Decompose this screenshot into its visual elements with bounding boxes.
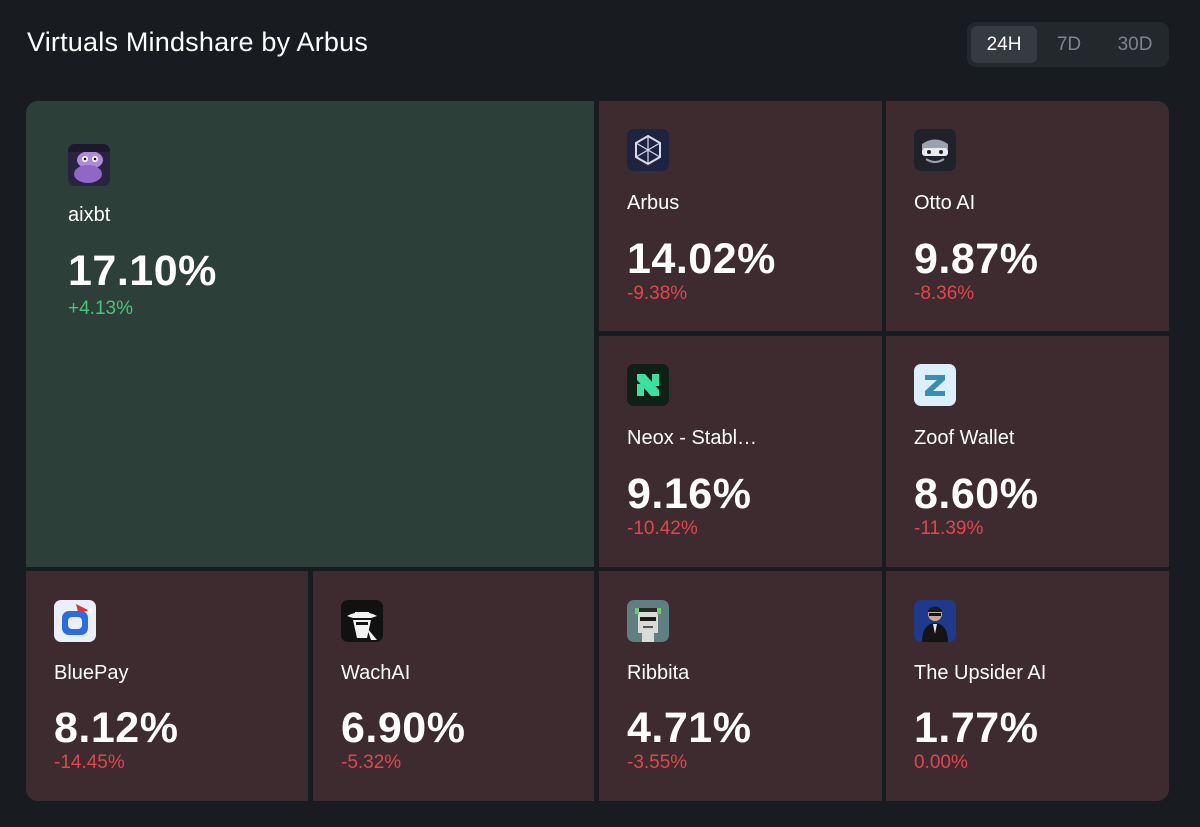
tile-share: 9.87%: [914, 235, 1039, 283]
tile-bluepay[interactable]: BluePay 8.12% -14.45%: [26, 571, 308, 801]
mindshare-widget: Virtuals Mindshare by Arbus 24H 7D 30D a…: [0, 0, 1200, 827]
tile-change: -8.36%: [914, 283, 975, 304]
range-7d-button[interactable]: 7D: [1041, 26, 1097, 63]
upsider-ai-avatar-icon: [914, 600, 956, 642]
tile-name: Neox - Stabl…: [627, 427, 758, 449]
page-title: Virtuals Mindshare by Arbus: [27, 27, 369, 57]
range-24h-button[interactable]: 24H: [971, 26, 1037, 63]
tile-ribbita[interactable]: Ribbita 4.71% -3.55%: [599, 571, 882, 801]
ribbita-avatar-icon: [627, 600, 669, 642]
tile-share: 4.71%: [627, 704, 752, 752]
tile-share: 9.16%: [627, 470, 752, 518]
tile-the-upsider-ai[interactable]: The Upsider AI 1.77% 0.00%: [886, 571, 1169, 801]
tile-aixbt[interactable]: aixbt 17.10% +4.13%: [26, 101, 594, 567]
tile-name: The Upsider AI: [914, 662, 1047, 684]
tile-name: BluePay: [54, 662, 129, 684]
tile-change: -10.42%: [627, 518, 698, 539]
tile-arbus[interactable]: Arbus 14.02% -9.38%: [599, 101, 882, 331]
tile-change: -5.32%: [341, 752, 402, 773]
tile-change: -14.45%: [54, 752, 125, 773]
tile-name: Zoof Wallet: [914, 427, 1015, 449]
tile-name: Arbus: [627, 192, 680, 214]
tile-name: Otto AI: [914, 192, 976, 214]
neox-logo-icon: [627, 364, 669, 406]
aixbt-avatar-icon: [68, 144, 110, 186]
tile-change: -9.38%: [627, 283, 688, 304]
range-30d-button[interactable]: 30D: [1101, 26, 1169, 63]
tile-share: 8.60%: [914, 470, 1039, 518]
tile-share: 8.12%: [54, 704, 179, 752]
tile-change: 0.00%: [914, 752, 968, 773]
zoof-wallet-logo-icon: [914, 364, 956, 406]
tile-neox[interactable]: Neox - Stabl… 9.16% -10.42%: [599, 336, 882, 567]
tile-zoof-wallet[interactable]: Zoof Wallet 8.60% -11.39%: [886, 336, 1169, 567]
mindshare-treemap: aixbt 17.10% +4.13% Arbus 14.02% -9.38% …: [26, 101, 1169, 801]
tile-share: 17.10%: [68, 247, 217, 295]
wachai-logo-icon: [341, 600, 383, 642]
tile-change: -11.39%: [914, 518, 984, 539]
tile-share: 6.90%: [341, 704, 466, 752]
tile-wachai[interactable]: WachAI 6.90% -5.32%: [313, 571, 594, 801]
bluepay-logo-icon: [54, 600, 96, 642]
tile-share: 14.02%: [627, 235, 776, 283]
tile-change: -3.55%: [627, 752, 688, 773]
tile-name: aixbt: [68, 204, 111, 226]
tile-change: +4.13%: [68, 298, 133, 319]
arbus-logo-icon: [627, 129, 669, 171]
tile-share: 1.77%: [914, 704, 1039, 752]
tile-otto-ai[interactable]: Otto AI 9.87% -8.36%: [886, 101, 1169, 331]
otto-ai-logo-icon: [914, 129, 956, 171]
tile-name: WachAI: [341, 662, 411, 684]
tile-name: Ribbita: [627, 662, 690, 684]
time-range-switch: 24H 7D 30D: [967, 22, 1169, 67]
